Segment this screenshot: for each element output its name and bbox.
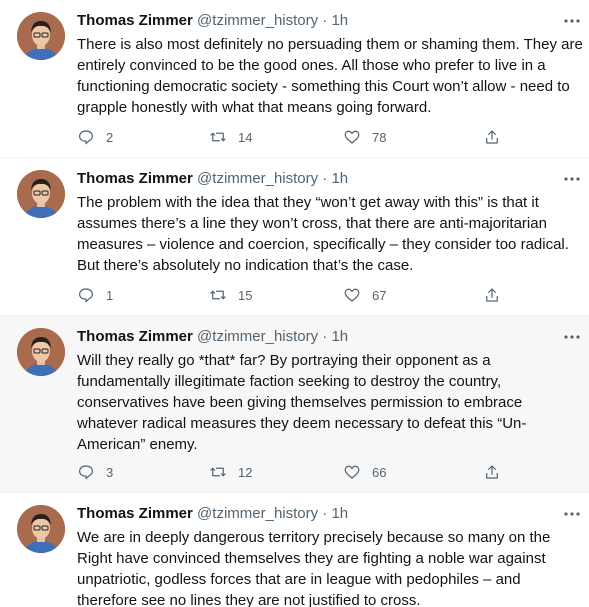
reply-button[interactable]: 3 — [77, 462, 113, 482]
like-button[interactable]: 67 — [343, 285, 386, 305]
reply-button[interactable]: 2 — [77, 127, 113, 147]
share-button[interactable] — [483, 462, 501, 482]
like-count: 78 — [372, 129, 387, 145]
heart-icon — [344, 465, 360, 479]
reply-count: 2 — [106, 129, 114, 145]
tweet-header: Thomas Zimmer @tzimmer_history · 1h — [77, 504, 348, 524]
reply-icon — [79, 465, 93, 480]
tweet-actions: 1 15 67 — [77, 285, 507, 305]
tweet-text-line: But there’s absolutely no indication tha… — [77, 257, 414, 274]
tweet-text-line: therefore see no lines they are not just… — [77, 592, 421, 607]
tweet-text-line: American” enemy. — [77, 436, 198, 453]
tweet-text-line: whatever radical measures they deem nece… — [77, 415, 527, 432]
retweet-icon — [210, 132, 226, 142]
retweet-icon — [210, 290, 226, 300]
reply-icon — [79, 288, 93, 303]
more-dots-icon[interactable] — [562, 13, 582, 29]
avatar[interactable] — [17, 12, 65, 60]
reply-button[interactable]: 1 — [77, 285, 113, 305]
author-handle[interactable]: @tzimmer_history — [197, 328, 318, 345]
more-dots-icon[interactable] — [562, 171, 582, 187]
author-name[interactable]: Thomas Zimmer — [77, 170, 193, 187]
tweet-text-line: Right have convinced themselves they are… — [77, 550, 546, 567]
tweet-text-line: There is also most definitely no persuad… — [77, 36, 583, 53]
author-handle[interactable]: @tzimmer_history — [197, 170, 318, 187]
tweet-text-line: grapple honestly with what that means go… — [77, 99, 432, 116]
tweet-text-line: The problem with the idea that they “won… — [77, 194, 539, 211]
tweet[interactable]: Thomas Zimmer @tzimmer_history · 1h The … — [0, 158, 589, 316]
share-button[interactable] — [483, 127, 501, 147]
tweet-text: There is also most definitely no persuad… — [77, 34, 585, 118]
reply-count: 1 — [106, 287, 114, 303]
share-button[interactable] — [483, 285, 501, 305]
tweet-text: The problem with the idea that they “won… — [77, 192, 585, 276]
author-handle[interactable]: @tzimmer_history — [197, 12, 318, 29]
tweet-text-line: fundamentally illegitimate faction seeki… — [77, 373, 502, 390]
tweet[interactable]: Thomas Zimmer @tzimmer_history · 1h Will… — [0, 316, 589, 493]
timestamp[interactable]: 1h — [331, 12, 348, 29]
tweet-actions: 3 12 66 — [77, 462, 507, 482]
reply-icon — [79, 130, 93, 145]
author-name[interactable]: Thomas Zimmer — [77, 505, 193, 522]
tweet[interactable]: Thomas Zimmer @tzimmer_history · 1h We a… — [0, 493, 589, 607]
tweet-header: Thomas Zimmer @tzimmer_history · 1h — [77, 327, 348, 347]
tweet-text-line: Will they really go *that* far? By portr… — [77, 352, 491, 369]
retweet-count: 12 — [238, 464, 253, 480]
more-dots-icon[interactable] — [562, 329, 582, 345]
tweet-text: We are in deeply dangerous territory pre… — [77, 527, 585, 607]
share-icon — [486, 130, 498, 144]
tweet-actions: 2 14 78 — [77, 127, 507, 147]
tweet[interactable]: Thomas Zimmer @tzimmer_history · 1h Ther… — [0, 0, 589, 158]
like-count: 67 — [372, 287, 387, 303]
tweet-text-line: unpatriotic, godless forces that are in … — [77, 571, 521, 588]
retweet-count: 15 — [238, 287, 253, 303]
tweet-header: Thomas Zimmer @tzimmer_history · 1h — [77, 169, 348, 189]
retweet-icon — [210, 467, 226, 477]
separator-dot: · — [322, 328, 328, 345]
tweet-text-line: functioning democratic society - somethi… — [77, 78, 570, 95]
author-name[interactable]: Thomas Zimmer — [77, 328, 193, 345]
tweet-text-line: assumes there’s a line they won’t cross,… — [77, 215, 547, 232]
separator-dot: · — [322, 505, 328, 522]
share-icon — [486, 465, 498, 479]
tweet-text-line: We are in deeply dangerous territory pre… — [77, 529, 551, 546]
retweet-count: 14 — [238, 129, 253, 145]
like-count: 66 — [372, 464, 387, 480]
heart-icon — [344, 130, 360, 144]
tweet-header: Thomas Zimmer @tzimmer_history · 1h — [77, 11, 348, 31]
timestamp[interactable]: 1h — [331, 328, 348, 345]
avatar[interactable] — [17, 505, 65, 553]
more-dots-icon[interactable] — [562, 506, 582, 522]
timestamp[interactable]: 1h — [331, 505, 348, 522]
timestamp[interactable]: 1h — [331, 170, 348, 187]
tweet-text-line: measures – violence and coercion, specif… — [77, 236, 569, 253]
avatar[interactable] — [17, 328, 65, 376]
retweet-button[interactable]: 12 — [209, 462, 252, 482]
avatar[interactable] — [17, 170, 65, 218]
reply-count: 3 — [106, 464, 114, 480]
tweet-text-line: conservatives have been giving themselve… — [77, 394, 523, 411]
tweet-text: Will they really go *that* far? By portr… — [77, 350, 585, 455]
like-button[interactable]: 78 — [343, 127, 386, 147]
tweet-text-line: entirely convinced to be the good ones. … — [77, 57, 546, 74]
retweet-button[interactable]: 14 — [209, 127, 252, 147]
author-handle[interactable]: @tzimmer_history — [197, 505, 318, 522]
heart-icon — [344, 288, 360, 302]
separator-dot: · — [322, 12, 328, 29]
share-icon — [486, 288, 498, 302]
author-name[interactable]: Thomas Zimmer — [77, 12, 193, 29]
like-button[interactable]: 66 — [343, 462, 386, 482]
retweet-button[interactable]: 15 — [209, 285, 252, 305]
separator-dot: · — [322, 170, 328, 187]
